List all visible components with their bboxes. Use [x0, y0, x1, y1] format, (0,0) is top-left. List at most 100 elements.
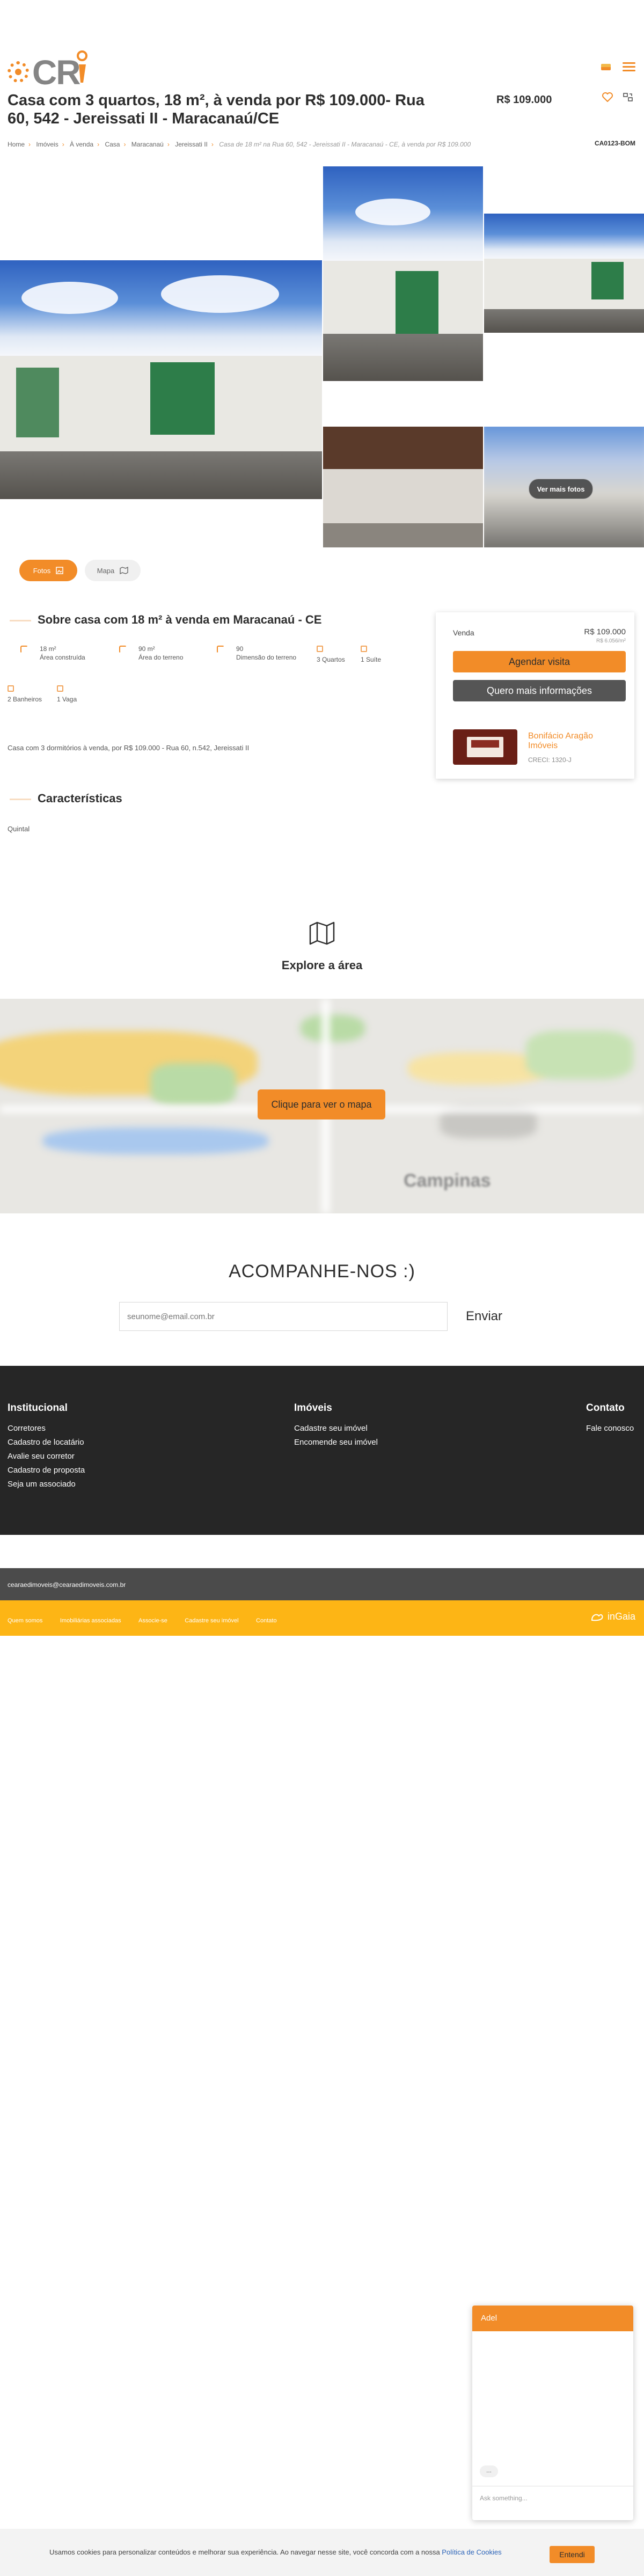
ingaia-brand[interactable]: inGaia — [590, 1611, 635, 1622]
footer-link[interactable]: Fale conosco — [586, 1422, 634, 1436]
property-description: Casa com 3 dormitórios à venda, por R$ 1… — [8, 744, 250, 752]
feature-value: 18 m² — [40, 645, 56, 653]
chat-input[interactable]: Ask something... — [480, 2494, 528, 2502]
map-tab-label: Mapa — [97, 566, 115, 575]
agent-creci: CRECI: 1320-J — [528, 756, 572, 764]
card-price: R$ 109.000 — [584, 627, 626, 636]
about-title: Sobre casa com 18 m² à venda em Maracana… — [38, 613, 322, 626]
footer-col-contato: Contato Fale conosco — [586, 1402, 634, 1436]
gear-logo-icon — [8, 61, 29, 83]
newsletter-title: ACOMPANHE-NOS :) — [229, 1261, 415, 1282]
agent-logo[interactable] — [453, 729, 517, 765]
breadcrumb-current: Casa de 18 m² na Rua 60, 542 - Jereissat… — [219, 141, 471, 148]
feature-built-area: 18 m² Área construída — [20, 645, 85, 662]
about-title-wrap: Sobre casa com 18 m² à venda em Maracana… — [10, 613, 321, 627]
car-icon — [57, 685, 63, 692]
breadcrumb-city[interactable]: Maracanaú — [131, 141, 164, 148]
page-title: Casa com 3 quartos, 18 m², à venda por R… — [8, 92, 425, 127]
photos-tab-button[interactable]: Fotos — [19, 560, 77, 581]
feature-value: 1 Vaga — [57, 696, 77, 703]
site-logo[interactable]: CR — [8, 49, 99, 92]
breadcrumb-home[interactable]: Home — [8, 141, 25, 148]
agent-name[interactable]: Bonifácio Aragão Imóveis — [528, 731, 609, 751]
footer-link[interactable]: Avalie seu corretor — [8, 1450, 85, 1463]
schedule-visit-button[interactable]: Agendar visita — [453, 651, 626, 672]
breadcrumb-a-venda[interactable]: À venda — [70, 141, 93, 148]
cookie-accept-button[interactable]: Entendi — [550, 2546, 595, 2563]
feature-value: 90 — [236, 645, 244, 653]
breadcrumb-casa[interactable]: Casa — [105, 141, 120, 148]
cookie-policy-link[interactable]: Política de Cookies — [442, 2548, 501, 2556]
title-dash-decoration — [10, 619, 31, 621]
image-icon — [56, 567, 63, 574]
view-map-button[interactable]: Clique para ver o mapa — [258, 1089, 385, 1119]
footer-email[interactable]: cearaedimoveis@cearaedimoveis.com.br — [8, 1581, 126, 1589]
feature-label: Área do terreno — [138, 654, 184, 661]
breadcrumb-imoveis[interactable]: Imóveis — [36, 141, 58, 148]
footer-link[interactable]: Cadastro de proposta — [8, 1463, 85, 1477]
footer-link[interactable]: Encomende seu imóvel — [294, 1436, 378, 1450]
feature-label: Dimensão do terreno — [236, 654, 297, 661]
cookie-text-wrap: Usamos cookies para personalizar conteúd… — [49, 2548, 502, 2556]
footer-main: Institucional Corretores Cadastro de loc… — [0, 1366, 644, 1535]
feature-parking: 1 Vaga — [57, 685, 77, 704]
footer-link[interactable]: Seja um associado — [8, 1477, 85, 1491]
chat-header[interactable]: Adel — [472, 2306, 633, 2331]
characteristic-item: Quintal — [8, 825, 30, 833]
see-more-photos-button[interactable]: Ver mais fotos — [529, 479, 593, 499]
feature-value: 90 m² — [138, 645, 155, 653]
feature-value: 1 Suíte — [361, 656, 382, 663]
footer-heading: Imóveis — [294, 1402, 332, 1414]
footer-bottom-bar: Quem somos Imobiliárias associadas Assoc… — [0, 1600, 644, 1636]
footer-bottom-link[interactable]: Cadastre seu imóvel — [185, 1618, 238, 1624]
footer-email-bar: cearaedimoveis@cearaedimoveis.com.br — [0, 1568, 644, 1600]
photo-4[interactable] — [323, 427, 483, 547]
footer-heading: Institucional — [8, 1402, 68, 1414]
chat-widget: Adel ... Ask something... — [472, 2306, 633, 2520]
bed-icon — [317, 646, 323, 652]
photo-3[interactable] — [484, 214, 644, 333]
newsletter-email-input[interactable] — [119, 1302, 448, 1331]
feature-value: 3 Quartos — [317, 656, 345, 663]
characteristics-title: Características — [38, 792, 122, 805]
feature-bathrooms: 2 Banheiros — [8, 685, 42, 704]
feature-label: Área construída — [40, 654, 85, 661]
breadcrumb-neighborhood[interactable]: Jereissati II — [175, 141, 208, 148]
cookie-text: Usamos cookies para personalizar conteúd… — [49, 2548, 442, 2556]
footer-bottom-link[interactable]: Imobiliárias associadas — [60, 1618, 121, 1624]
map-tab-button[interactable]: Mapa — [85, 560, 141, 581]
built-area-icon — [20, 646, 28, 653]
main-photo[interactable] — [0, 260, 322, 499]
footer-col-imoveis: Imóveis Cadastre seu imóvel Encomende se… — [294, 1402, 378, 1450]
ingaia-logo-icon — [591, 1614, 603, 1621]
hamburger-menu-icon[interactable] — [623, 60, 635, 74]
breadcrumb: Home › Imóveis › À venda › Casa › Maracanaú ›… — [8, 141, 471, 148]
feature-value: 2 Banheiros — [8, 696, 42, 703]
header-icons — [601, 60, 635, 74]
logo-text: CR — [32, 53, 80, 92]
footer-bottom-link[interactable]: Associe-se — [138, 1618, 167, 1624]
footer-link[interactable]: Cadastre seu imóvel — [294, 1422, 378, 1436]
map-city-label: Campinas — [404, 1170, 491, 1191]
footer-link[interactable]: Corretores — [8, 1422, 85, 1436]
explore-area-title: Explore a área — [281, 958, 363, 972]
header-price: R$ 109.000 — [496, 94, 552, 106]
footer-bottom-link[interactable]: Quem somos — [8, 1618, 42, 1624]
feature-land-dimension: 90 Dimensão do terreno — [217, 645, 297, 662]
dimension-icon — [217, 646, 224, 653]
compare-icon[interactable] — [623, 92, 633, 102]
favorite-heart-icon[interactable] — [602, 92, 613, 102]
footer-bottom-link[interactable]: Contato — [256, 1618, 277, 1624]
footer-bottom-links: Quem somos Imobiliárias associadas Assoc… — [8, 1615, 292, 1625]
ingaia-brand-text: inGaia — [607, 1611, 635, 1622]
footer-link[interactable]: Cadastro de locatário — [8, 1436, 85, 1450]
property-code: CA0123-BOM — [594, 140, 635, 147]
photo-2[interactable] — [323, 166, 483, 381]
bath-icon — [8, 685, 14, 692]
characteristics-title-wrap: Características — [10, 792, 122, 806]
feature-suites: 1 Suíte — [361, 646, 381, 664]
more-info-button[interactable]: Quero mais informações — [453, 680, 626, 701]
language-flag-icon[interactable] — [601, 63, 611, 70]
newsletter-send-button[interactable]: Enviar — [457, 1302, 511, 1331]
footer-col-institucional: Institucional Corretores Cadastro de loc… — [8, 1402, 85, 1491]
